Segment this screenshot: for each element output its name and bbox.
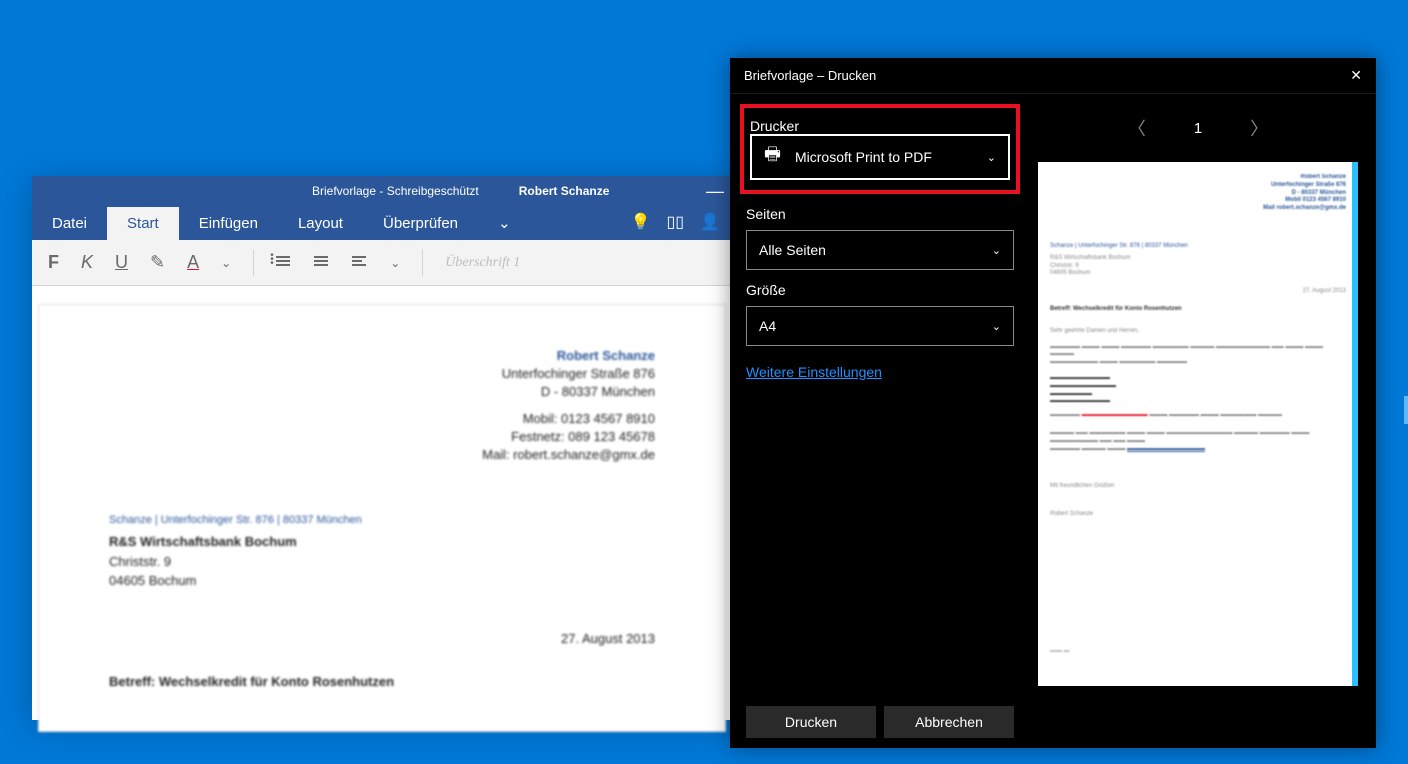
tab-start[interactable]: Start — [107, 207, 179, 240]
word-title-bar: Briefvorlage - Schreibgeschützt Robert S… — [32, 176, 732, 206]
chevron-down-icon: ⌄ — [992, 320, 1001, 333]
dialog-title-bar: Briefvorlage – Drucken ✕ — [730, 58, 1376, 94]
sender-address-2: D - 80337 München — [109, 383, 655, 401]
dialog-footer: Drucken Abbrechen — [730, 696, 1376, 748]
prev-page-icon[interactable]: 〈 — [1128, 115, 1146, 141]
letter-date: 27. August 2013 — [109, 631, 655, 646]
style-picker[interactable]: Überschrift 1 — [445, 255, 520, 271]
tab-overflow[interactable]: ⌄ — [478, 206, 531, 240]
chevron-down-icon: ⌄ — [987, 151, 996, 164]
tab-layout[interactable]: Layout — [278, 207, 363, 240]
font-color-button[interactable]: A — [187, 252, 199, 273]
sender-name: Robert Schanze — [109, 347, 655, 365]
bold-button[interactable]: F — [48, 252, 59, 273]
pages-select[interactable]: Alle Seiten ⌄ — [746, 230, 1014, 270]
sender-address-1: Unterfochinger Straße 876 — [109, 365, 655, 383]
print-preview-panel: 〈 1 〉 Robert SchanzeUnterfochinger Straß… — [1030, 94, 1376, 696]
tell-me-icon[interactable]: 💡 — [631, 212, 651, 232]
font-more-icon[interactable]: ⌄ — [221, 256, 231, 270]
size-label: Größe — [746, 282, 1014, 298]
printer-label: Drucker — [750, 118, 1010, 134]
recipient-street: Christstr. 9 — [109, 552, 655, 572]
page-navigator: 〈 1 〉 — [1038, 114, 1358, 142]
ribbon-toolbar: F K U ✎ A ⌄ ⌄ Überschrift 1 — [32, 240, 732, 286]
page-number: 1 — [1194, 120, 1202, 137]
sender-mail: Mail: robert.schanze@gmx.de — [109, 446, 655, 464]
more-settings-link[interactable]: Weitere Einstellungen — [746, 364, 1014, 380]
tab-einfuegen[interactable]: Einfügen — [179, 207, 278, 240]
para-more-icon[interactable]: ⌄ — [390, 256, 400, 270]
sender-mobile: Mobil: 0123 4567 8910 — [109, 410, 655, 428]
highlight-button[interactable]: ✎ — [150, 252, 165, 273]
document-page: Robert Schanze Unterfochinger Straße 876… — [38, 304, 726, 732]
taskbar-accent — [1404, 396, 1408, 424]
separator — [253, 250, 254, 276]
bullet-list-button[interactable] — [276, 252, 292, 273]
ribbon-tabs: Datei Start Einfügen Layout Überprüfen ⌄… — [32, 206, 732, 240]
cancel-button[interactable]: Abbrechen — [884, 706, 1014, 738]
pages-label: Seiten — [746, 206, 1014, 222]
recipient-city: 04605 Bochum — [109, 571, 655, 591]
sender-line: Schanze | Unterfochinger Str. 876 | 8033… — [109, 514, 655, 526]
align-button[interactable] — [352, 252, 368, 273]
underline-button[interactable]: U — [115, 252, 128, 273]
print-dialog: Briefvorlage – Drucken ✕ Drucker 🖶 Micro… — [730, 58, 1376, 748]
letter-subject: Betreff: Wechselkredit für Konto Rosenhu… — [109, 674, 655, 689]
recipient-name: R&S Wirtschaftsbank Bochum — [109, 532, 655, 552]
size-value: A4 — [759, 318, 776, 334]
word-window: Briefvorlage - Schreibgeschützt Robert S… — [32, 176, 732, 720]
numbered-list-button[interactable] — [314, 252, 330, 273]
dialog-title: Briefvorlage – Drucken — [744, 68, 876, 83]
print-button[interactable]: Drucken — [746, 706, 876, 738]
preview-scroll-accent — [1352, 162, 1358, 686]
size-select[interactable]: A4 ⌄ — [746, 306, 1014, 346]
italic-button[interactable]: K — [81, 252, 93, 273]
page-preview: Robert SchanzeUnterfochinger Straße 876D… — [1038, 162, 1358, 686]
close-icon[interactable]: ✕ — [1350, 67, 1362, 84]
user-name: Robert Schanze — [519, 184, 610, 198]
share-icon[interactable]: 👤 — [700, 212, 720, 232]
separator — [422, 250, 423, 276]
sender-phone: Festnetz: 089 123 45678 — [109, 428, 655, 446]
pages-value: Alle Seiten — [759, 242, 826, 258]
print-options-panel: Drucker 🖶 Microsoft Print to PDF ⌄ Seite… — [730, 94, 1030, 696]
next-page-icon[interactable]: 〉 — [1250, 115, 1268, 141]
window-minimize-icon[interactable]: — — [706, 186, 724, 196]
chevron-down-icon: ⌄ — [992, 244, 1001, 257]
document-title: Briefvorlage - Schreibgeschützt — [312, 184, 479, 198]
printer-icon: 🖶 — [764, 142, 781, 172]
printer-select[interactable]: 🖶 Microsoft Print to PDF ⌄ — [750, 134, 1010, 180]
printer-value: Microsoft Print to PDF — [795, 149, 932, 165]
tab-datei[interactable]: Datei — [32, 207, 107, 240]
tab-ueberpruefen[interactable]: Überprüfen — [363, 207, 478, 240]
printer-highlight-annotation: Drucker 🖶 Microsoft Print to PDF ⌄ — [740, 104, 1020, 194]
reading-view-icon[interactable]: ▯▯ — [666, 212, 684, 232]
